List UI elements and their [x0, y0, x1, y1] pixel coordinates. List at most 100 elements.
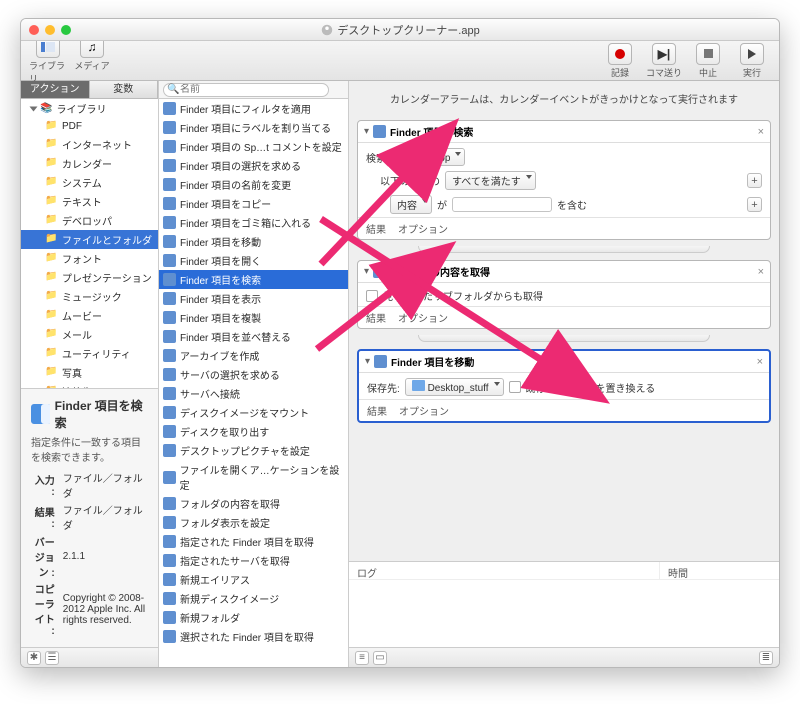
close-icon[interactable]: ×	[758, 266, 764, 278]
workflow-card-move[interactable]: ▾Finder 項目を移動× 保存先: Desktop_stuff既存のファイル…	[357, 349, 771, 423]
search-icon: 🔍	[167, 84, 179, 95]
condition-mode-select[interactable]: すべてを満たす	[445, 171, 536, 190]
workflow-banner: カレンダーアラームは、カレンダーイベントがきっかけとなって実行されます	[349, 81, 779, 116]
card-title: Finder 項目を検索	[390, 124, 473, 139]
close-icon[interactable]: ×	[758, 126, 764, 138]
actions-list[interactable]: Finder 項目にフィルタを適用Finder 項目にラベルを割り当てるFind…	[159, 99, 348, 667]
window-title: デスクトップクリーナー.app	[21, 22, 779, 38]
action-item[interactable]: Finder 項目を移動	[159, 232, 348, 251]
action-item[interactable]: Finder 項目の名前を変更	[159, 175, 348, 194]
tab-variable[interactable]: 変数	[90, 81, 159, 98]
action-item[interactable]: Finder 項目の Sp…t コメントを設定	[159, 137, 348, 156]
run-button[interactable]: 実行	[733, 43, 771, 79]
field-select[interactable]: 内容	[390, 195, 432, 214]
action-item[interactable]: 新規フォルダ	[159, 608, 348, 627]
status-bar-left: ✱ ☰	[21, 647, 158, 667]
library-tree[interactable]: 📚ライブラリ📁PDF📁インターネット📁カレンダー📁システム📁テキスト📁デベロッパ…	[21, 99, 158, 388]
media-button[interactable]: ♫メディア	[73, 36, 111, 85]
log-icon[interactable]: ≡	[355, 651, 369, 665]
card-title: Finder 項目を移動	[391, 354, 474, 369]
disclosure-icon[interactable]: ▾	[365, 356, 370, 367]
action-item[interactable]: Finder 項目をゴミ箱に入れる	[159, 213, 348, 232]
action-item[interactable]: 選択された Finder 項目を取得	[159, 627, 348, 646]
info-panel: Finder 項目を検索 指定条件に一致する項目を検索できます。 入力 :ファイ…	[21, 388, 158, 647]
action-item[interactable]: ディスクを取り出す	[159, 422, 348, 441]
library-item[interactable]: 📁メール	[21, 325, 158, 344]
library-item[interactable]: 📁テキスト	[21, 192, 158, 211]
action-item[interactable]: フォルダ表示を設定	[159, 513, 348, 532]
action-item[interactable]: アーカイブを作成	[159, 346, 348, 365]
action-item[interactable]: Finder 項目にフィルタを適用	[159, 99, 348, 118]
action-item[interactable]: Finder 項目を検索	[159, 270, 348, 289]
close-icon[interactable]: ×	[757, 356, 763, 368]
toolbar: ライブラリ ♫メディア 記録 ▶|コマ送り 中止 実行	[21, 41, 779, 81]
location-select[interactable]: Desktop	[391, 148, 465, 166]
results-tab[interactable]: 結果	[366, 310, 386, 325]
library-item[interactable]: 📁デベロッパ	[21, 211, 158, 230]
record-button[interactable]: 記録	[601, 43, 639, 79]
options-tab[interactable]: オプション	[398, 310, 448, 325]
settings-icon[interactable]: ✱	[27, 651, 41, 665]
library-toggle-button[interactable]: ライブラリ	[29, 36, 67, 85]
action-item[interactable]: ファイルを開くア…ケーションを設定	[159, 460, 348, 494]
titlebar: デスクトップクリーナー.app	[21, 19, 779, 41]
library-item[interactable]: 📁PDF	[21, 118, 158, 135]
log-area	[349, 579, 779, 647]
library-item[interactable]: 📁ミュージック	[21, 287, 158, 306]
action-item[interactable]: デスクトップピクチャを設定	[159, 441, 348, 460]
library-item[interactable]: 📁ユーティリティ	[21, 344, 158, 363]
results-icon[interactable]: ▭	[373, 651, 387, 665]
action-item[interactable]: Finder 項目を並べ替える	[159, 327, 348, 346]
action-item[interactable]: Finder 項目にラベルを割り当てる	[159, 118, 348, 137]
search-input[interactable]	[163, 83, 329, 97]
workflow-card-folder-contents[interactable]: ▾フォルダの内容を取得× 見つかったサブフォルダからも取得 結果オプション	[357, 260, 771, 329]
workflow-log-icon[interactable]: ≣	[759, 651, 773, 665]
action-item[interactable]: 新規エイリアス	[159, 570, 348, 589]
tab-action[interactable]: アクション	[21, 81, 90, 98]
destination-select[interactable]: Desktop_stuff	[405, 378, 504, 396]
library-item[interactable]: 📁写真	[21, 363, 158, 382]
action-item[interactable]: 新規ディスクイメージ	[159, 589, 348, 608]
action-item[interactable]: フォルダの内容を取得	[159, 494, 348, 513]
automator-icon	[320, 23, 334, 37]
library-item[interactable]: 📁プレゼンテーション	[21, 268, 158, 287]
value-input[interactable]	[452, 197, 552, 212]
options-tab[interactable]: オプション	[399, 403, 449, 418]
workflow-card-find[interactable]: ▾Finder 項目を検索× 検索 Desktop 以下の条件のすべてを満たす+…	[357, 120, 771, 240]
connector	[357, 246, 771, 254]
library-item[interactable]: 📁ファイルとフォルダ	[21, 230, 158, 249]
subfolder-checkbox[interactable]	[366, 290, 378, 302]
action-item[interactable]: サーバの選択を求める	[159, 365, 348, 384]
action-item[interactable]: Finder 項目を表示	[159, 289, 348, 308]
status-bar-right: ≡ ▭ ≣	[349, 647, 779, 667]
add-row-button[interactable]: +	[747, 197, 762, 212]
action-item[interactable]: Finder 項目を複製	[159, 308, 348, 327]
step-button[interactable]: ▶|コマ送り	[645, 43, 683, 79]
options-tab[interactable]: オプション	[398, 221, 448, 236]
action-item[interactable]: Finder 項目の選択を求める	[159, 156, 348, 175]
results-tab[interactable]: 結果	[367, 403, 387, 418]
stop-button[interactable]: 中止	[689, 43, 727, 79]
card-title: フォルダの内容を取得	[390, 264, 490, 279]
add-condition-button[interactable]: +	[747, 173, 762, 188]
disclosure-icon[interactable]: ▾	[364, 126, 369, 137]
action-item[interactable]: 指定された Finder 項目を取得	[159, 532, 348, 551]
sidebar-tabs: アクション 変数	[21, 81, 158, 99]
action-item[interactable]: サーバへ接続	[159, 384, 348, 403]
action-item[interactable]: ディスクイメージをマウント	[159, 403, 348, 422]
library-item[interactable]: 📁カレンダー	[21, 154, 158, 173]
library-item[interactable]: 📁フォント	[21, 249, 158, 268]
results-tab[interactable]: 結果	[366, 221, 386, 236]
action-item[interactable]: Finder 項目をコピー	[159, 194, 348, 213]
library-item[interactable]: 📁インターネット	[21, 135, 158, 154]
columns-icon[interactable]: ☰	[45, 651, 59, 665]
action-item[interactable]: 指定されたサーバを取得	[159, 551, 348, 570]
library-item[interactable]: 📁システム	[21, 173, 158, 192]
disclosure-icon[interactable]: ▾	[364, 266, 369, 277]
replace-checkbox[interactable]	[509, 381, 521, 393]
search-bar: 🔍	[159, 81, 348, 99]
log-header: ログ時間	[349, 561, 779, 579]
workflow-area[interactable]: ▾Finder 項目を検索× 検索 Desktop 以下の条件のすべてを満たす+…	[349, 116, 779, 561]
library-item[interactable]: 📁ムービー	[21, 306, 158, 325]
action-item[interactable]: Finder 項目を開く	[159, 251, 348, 270]
